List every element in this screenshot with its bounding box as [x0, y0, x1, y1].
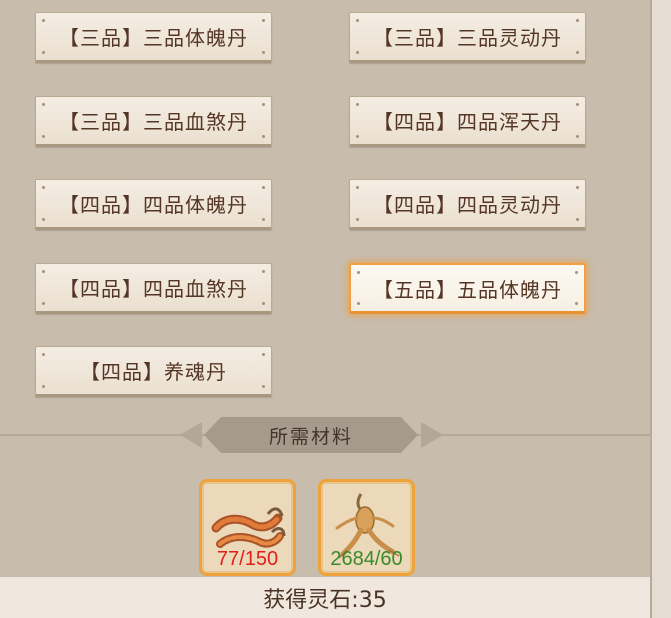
rivet: [262, 19, 265, 22]
recipe-button-3[interactable]: 【三品】三品血煞丹: [35, 96, 272, 147]
rivet: [42, 385, 45, 388]
rivet: [42, 135, 45, 138]
alchemy-panel: 【三品】三品体魄丹 【三品】三品灵动丹 【三品】三品血煞丹 【四品】四品浑天丹 …: [0, 0, 650, 618]
recipe-label: 【四品】四品体魄丹: [59, 193, 248, 217]
rivet: [356, 51, 359, 54]
right-frame-edge: [650, 0, 671, 618]
recipe-label: 【四品】四品灵动丹: [373, 193, 562, 217]
rivet: [576, 19, 579, 22]
rivet: [262, 51, 265, 54]
rivet: [575, 302, 578, 305]
chevron-right-ornament-icon: [421, 422, 443, 448]
rivet: [262, 186, 265, 189]
recipe-button-4[interactable]: 【四品】四品浑天丹: [349, 96, 586, 147]
materials-title: 所需材料: [268, 425, 353, 448]
rivet: [356, 103, 359, 106]
recipe-label: 【三品】三品灵动丹: [373, 26, 562, 50]
rivet: [262, 103, 265, 106]
rivet: [576, 103, 579, 106]
rivet: [356, 135, 359, 138]
rivet: [576, 218, 579, 221]
recipe-label: 【三品】三品血煞丹: [59, 110, 248, 134]
rivet: [42, 103, 45, 106]
rivet: [357, 302, 360, 305]
material-slot-1[interactable]: 77/150: [199, 479, 296, 576]
rivet: [575, 271, 578, 274]
recipe-button-9[interactable]: 【四品】养魂丹: [35, 346, 272, 397]
recipe-label: 【四品】四品血煞丹: [59, 277, 248, 301]
reward-text: 获得灵石:35: [263, 587, 387, 613]
rivet: [262, 353, 265, 356]
rivet: [262, 135, 265, 138]
chevron-left-ornament-icon: [180, 422, 202, 448]
rivet: [42, 302, 45, 305]
rivet: [262, 385, 265, 388]
rivet: [42, 353, 45, 356]
rivet: [576, 186, 579, 189]
rivet: [262, 302, 265, 305]
recipe-button-1[interactable]: 【三品】三品体魄丹: [35, 12, 272, 63]
rivet: [42, 19, 45, 22]
recipe-button-8-selected[interactable]: 【五品】五品体魄丹: [349, 263, 586, 314]
recipe-label: 【五品】五品体魄丹: [373, 277, 562, 302]
rivet: [357, 271, 360, 274]
material-count: 77/150: [216, 548, 279, 570]
rivet: [356, 186, 359, 189]
reward-bar: 获得灵石:35: [0, 577, 650, 618]
rivet: [42, 51, 45, 54]
recipe-label: 【四品】四品浑天丹: [373, 110, 562, 134]
rivet: [576, 51, 579, 54]
recipe-label: 【四品】养魂丹: [80, 360, 227, 384]
rivet: [356, 19, 359, 22]
material-count: 2684/60: [330, 548, 403, 570]
rivet: [262, 218, 265, 221]
recipe-button-6[interactable]: 【四品】四品灵动丹: [349, 179, 586, 230]
rivet: [42, 186, 45, 189]
rivet: [262, 270, 265, 273]
rivet: [42, 270, 45, 273]
rivet: [42, 218, 45, 221]
rivet: [576, 135, 579, 138]
recipe-button-5[interactable]: 【四品】四品体魄丹: [35, 179, 272, 230]
materials-header: 所需材料: [204, 417, 418, 453]
rivet: [356, 218, 359, 221]
recipe-button-2[interactable]: 【三品】三品灵动丹: [349, 12, 586, 63]
material-slot-2[interactable]: 2684/60: [318, 479, 415, 576]
recipe-label: 【三品】三品体魄丹: [59, 26, 248, 50]
recipe-button-7[interactable]: 【四品】四品血煞丹: [35, 263, 272, 314]
